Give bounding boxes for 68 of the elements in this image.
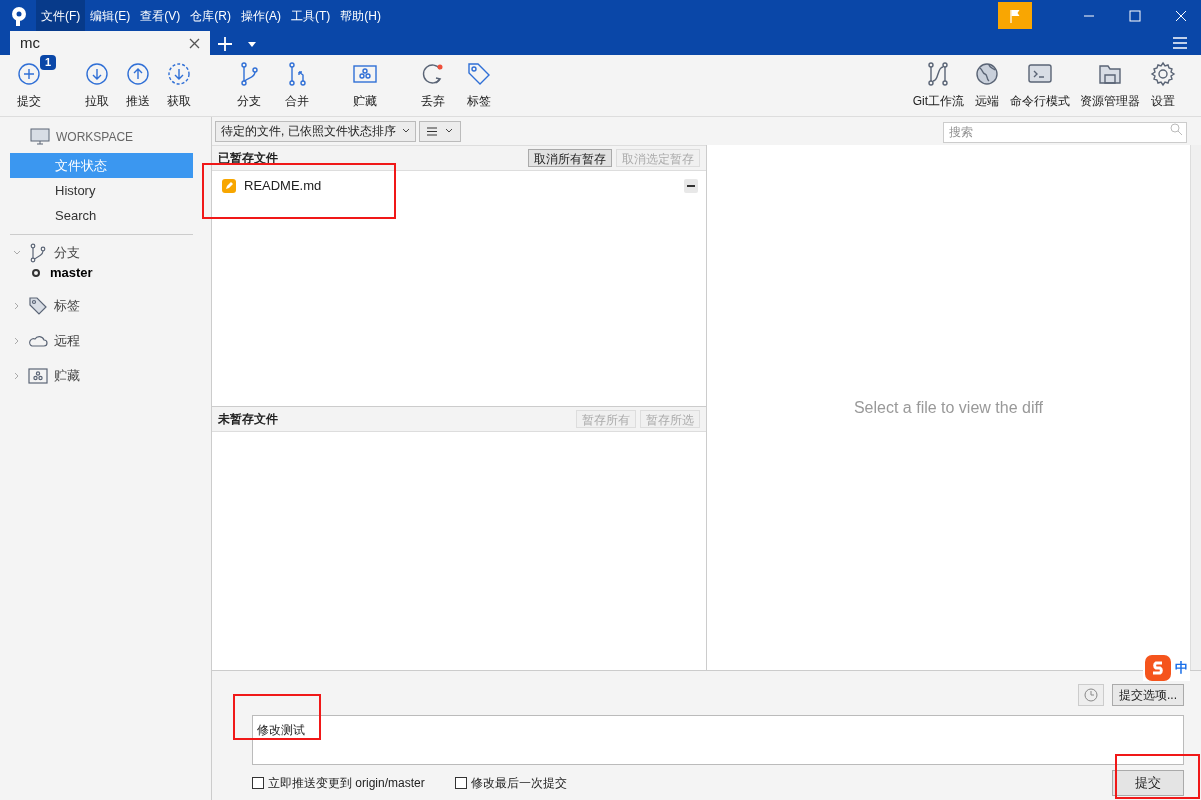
up-arrow-circle-icon	[125, 61, 151, 87]
menu-icon[interactable]	[1173, 37, 1187, 49]
pane-title: 已暂存文件	[218, 150, 278, 167]
close-icon[interactable]	[189, 37, 200, 49]
menu-item[interactable]: 文件(F)	[36, 0, 86, 31]
menu-item[interactable]: 工具(T)	[286, 0, 336, 31]
toolbar-button[interactable]: 标签	[466, 61, 492, 110]
toolbar-button[interactable]: 资源管理器	[1079, 61, 1141, 110]
workspace-heading: WORKSPACE	[56, 129, 134, 146]
down-arrow-circle-icon	[84, 61, 110, 87]
monitor-icon	[30, 128, 50, 146]
unstage-minus-icon[interactable]	[684, 179, 698, 193]
toolbar-button[interactable]: 命令行模式	[1009, 61, 1071, 110]
toolbar-button[interactable]: 提交	[16, 61, 42, 110]
toolbar-button[interactable]: 获取	[166, 61, 192, 110]
filter-dropdown[interactable]: 待定的文件, 已依照文件状态排序	[215, 120, 416, 142]
dropdown-caret-icon[interactable]	[248, 42, 256, 47]
flag-icon	[1009, 8, 1021, 23]
toolbar-button[interactable]: 设置	[1149, 61, 1177, 110]
commit-message-field[interactable]: 修改测试	[252, 715, 1184, 765]
plus-circle-icon	[16, 61, 42, 87]
checkbox-option[interactable]: 修改最后一次提交	[454, 773, 567, 792]
pane-title: 未暂存文件	[218, 411, 278, 428]
branch-icon	[28, 242, 48, 263]
search-icon	[1170, 123, 1182, 135]
checkbox[interactable]	[252, 776, 264, 789]
branch-item[interactable]: master	[10, 262, 193, 284]
commit-button[interactable]: 提交	[1112, 769, 1184, 796]
count-badge: 1	[39, 55, 56, 70]
maximize-icon[interactable]	[1129, 9, 1141, 22]
ime-mode: 中	[1175, 659, 1188, 678]
menu-item[interactable]: 帮助(H)	[335, 0, 386, 31]
checkbox[interactable]	[454, 776, 467, 789]
ime-toolbar[interactable]: 中	[1143, 655, 1190, 681]
toolbar-button[interactable]: 合并	[284, 61, 310, 110]
sidebar-item[interactable]: History	[10, 178, 193, 203]
plus-icon[interactable]	[218, 37, 232, 51]
tag-icon	[466, 61, 492, 87]
list-icon	[426, 126, 437, 136]
pane-button[interactable]: 取消所有暂存	[528, 149, 612, 167]
toolbar-button[interactable]: 拉取	[84, 61, 110, 110]
file-row[interactable]: README.md	[212, 175, 706, 197]
search-field[interactable]: 搜索	[943, 121, 1187, 143]
chevron-down-icon	[444, 128, 453, 134]
menu-item[interactable]: 编辑(E)	[85, 0, 136, 31]
sidebar-section[interactable]: 标签	[10, 288, 193, 323]
globe-icon	[974, 61, 1000, 87]
view-mode-dropdown[interactable]	[418, 120, 461, 142]
menu-item[interactable]: 仓库(R)	[185, 0, 236, 31]
toolbar-button[interactable]: 贮藏	[352, 61, 378, 110]
menu-item[interactable]: 操作(A)	[236, 0, 286, 31]
sidebar-section[interactable]: 贮藏	[10, 358, 193, 393]
sidebar-item[interactable]: Search	[10, 203, 193, 228]
menu-item[interactable]: 查看(V)	[135, 0, 186, 31]
modified-file-icon	[222, 179, 236, 193]
toolbar-button[interactable]: Git工作流	[911, 61, 965, 110]
tag-icon	[28, 295, 48, 316]
chevron-down-icon	[401, 128, 410, 134]
stash-box-icon	[28, 365, 48, 386]
checkbox-label: 修改最后一次提交	[470, 774, 567, 792]
toolbar-button[interactable]: 丢弃	[420, 61, 446, 110]
toolbar-button[interactable]: 远端	[973, 61, 1001, 110]
toolbar-button[interactable]: 分支	[236, 61, 262, 110]
settings-icon	[1150, 61, 1176, 87]
sidebar-section[interactable]: 远程	[10, 323, 193, 358]
toolbar-button[interactable]: 推送	[125, 61, 151, 110]
commit-options-button[interactable]: 提交选项...	[1112, 684, 1184, 706]
repo-tab[interactable]: mc	[10, 31, 210, 55]
